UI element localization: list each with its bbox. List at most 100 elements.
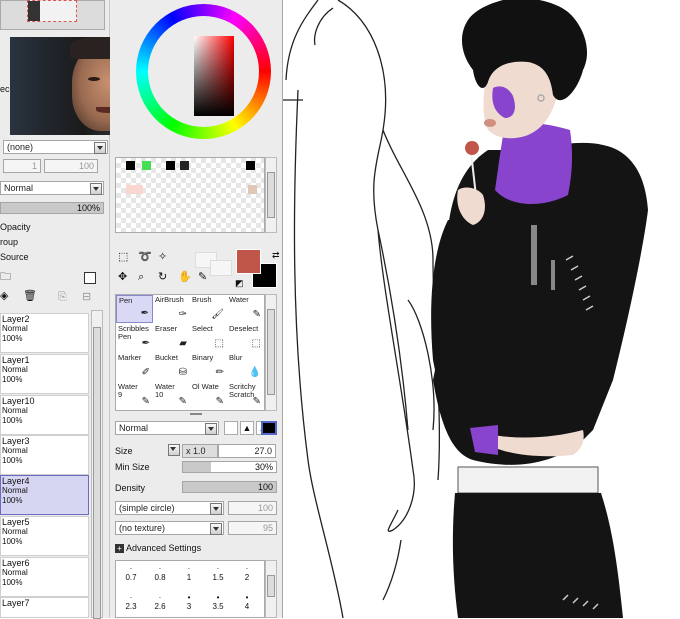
new-layer-icon[interactable]: [84, 272, 96, 284]
tool-scritchy-scratch[interactable]: Scritchy Scratch ✎: [227, 382, 264, 410]
texture-select[interactable]: (none): [3, 140, 108, 154]
layer-panel: ec (none) 1 100 Normal 100% Opacity roup…: [0, 0, 194, 619]
brush-edge-1[interactable]: ▲: [240, 421, 254, 435]
layer-row[interactable]: Layer10 Normal 100%: [0, 395, 89, 435]
size-label: Size: [115, 446, 133, 456]
tool-scribbles-pen[interactable]: Scribbles Pen ✒: [116, 324, 153, 352]
tool-select[interactable]: Select ⬚: [190, 324, 227, 352]
size-preset-scrollbar[interactable]: [265, 560, 277, 618]
number-field-2[interactable]: 100: [44, 159, 98, 173]
brush-texture-strength[interactable]: 95: [228, 521, 277, 535]
brush-edge-selected[interactable]: [261, 421, 277, 435]
tool-pen[interactable]: Pen ✒: [116, 295, 153, 323]
tool-blur[interactable]: Blur 💧: [227, 353, 264, 381]
layers-scrollbar[interactable]: [91, 310, 103, 619]
source-label: Source: [0, 252, 29, 262]
tool-airbrush[interactable]: AirBrush ✑: [153, 295, 190, 323]
tool-grid-scrollbar[interactable]: [265, 294, 277, 411]
tool-marker[interactable]: Marker ✐: [116, 353, 153, 381]
swatch[interactable]: [142, 161, 151, 170]
layer-row[interactable]: Layer2 Normal 100%: [0, 313, 89, 353]
swatch[interactable]: [134, 185, 143, 194]
swatch[interactable]: [166, 161, 175, 170]
tool-binary[interactable]: Binary ✏: [190, 353, 227, 381]
brush-texture-select[interactable]: (no texture): [115, 521, 224, 535]
saturation-value-square[interactable]: [194, 36, 234, 116]
advanced-settings-toggle[interactable]: + Advanced Settings: [115, 543, 201, 553]
swatch-grid[interactable]: [115, 157, 265, 233]
swap-colors-icon[interactable]: ⇄: [272, 250, 280, 261]
size-preset[interactable]: · 0.8: [146, 564, 174, 582]
blur-icon: 💧: [248, 367, 261, 378]
tool-eraser[interactable]: Eraser ▰: [153, 324, 190, 352]
reset-colors-icon[interactable]: ◩: [235, 278, 244, 289]
size-preset[interactable]: · 2: [233, 564, 261, 582]
layer-blend-mode-select[interactable]: Normal: [0, 181, 104, 195]
photo-eye-left: [88, 77, 100, 81]
expand-icon: +: [115, 544, 124, 553]
size-preset[interactable]: · 2.3: [117, 593, 145, 611]
min-size-label: Min Size: [115, 462, 150, 472]
density-slider[interactable]: 100: [182, 481, 277, 493]
size-preset[interactable]: • 3.5: [204, 593, 232, 611]
swatch-scrollbar[interactable]: [265, 157, 277, 233]
tool-bucket[interactable]: Bucket ⛁: [153, 353, 190, 381]
size-value[interactable]: 27.0: [218, 444, 276, 458]
trash-icon[interactable]: 🗑: [23, 291, 37, 302]
magic-wand-icon[interactable]: ✧: [158, 252, 167, 263]
min-size-slider[interactable]: 30%: [182, 461, 277, 473]
size-preset[interactable]: • 3: [175, 593, 203, 611]
size-preset[interactable]: • 4: [233, 593, 261, 611]
move-icon[interactable]: ✥: [118, 272, 127, 283]
swatch[interactable]: [126, 161, 135, 170]
tool-water[interactable]: Water ✎: [227, 295, 264, 323]
brush-edge-hard[interactable]: [224, 421, 238, 435]
drawing-canvas[interactable]: [283, 0, 680, 618]
transfer-down-icon[interactable]: ⎘: [58, 292, 67, 303]
layer-row[interactable]: Layer3 Normal 100%: [0, 435, 89, 475]
panel-splitter[interactable]: [190, 413, 202, 415]
size-preset[interactable]: · 0.7: [117, 564, 145, 582]
lineart-figure: [283, 0, 441, 618]
tool-grid-scrollbar-thumb[interactable]: [267, 309, 275, 395]
size-preset-scrollbar-thumb[interactable]: [267, 575, 275, 597]
layer-row[interactable]: Layer7: [0, 597, 89, 618]
layer-opacity-slider[interactable]: 100%: [0, 202, 104, 214]
size-multiplier[interactable]: x 1.0: [182, 444, 218, 458]
swatch[interactable]: [180, 161, 189, 170]
tool-water-9[interactable]: Water 9 ✎: [116, 382, 153, 410]
brush-blend-select[interactable]: Normal: [115, 421, 219, 435]
tool-oil-water[interactable]: Ol Wate ✎: [190, 382, 227, 410]
merge-down-icon[interactable]: ⊟: [82, 292, 91, 303]
tool-deselect[interactable]: Deselect ⬚: [227, 324, 264, 352]
rect-select-icon[interactable]: ⬚: [118, 252, 128, 263]
hand-icon[interactable]: ✋: [178, 272, 192, 283]
tool-water-10[interactable]: Water 10 ✎: [153, 382, 190, 410]
swatch[interactable]: [246, 161, 255, 170]
layers-scrollbar-thumb[interactable]: [93, 327, 101, 619]
size-preset[interactable]: · 2.6: [146, 593, 174, 611]
layer-row-selected[interactable]: Layer4 Normal 100%: [0, 475, 89, 515]
swatch[interactable]: [248, 185, 257, 194]
clear-layer-icon[interactable]: ◈: [0, 291, 8, 302]
layer-row[interactable]: Layer6 Normal 100%: [0, 557, 89, 597]
lips: [484, 119, 496, 127]
foreground-color[interactable]: [236, 249, 261, 274]
layer-row[interactable]: Layer5 Normal 100%: [0, 516, 89, 556]
tool-brush[interactable]: Brush 🖌: [190, 295, 227, 323]
brush-shape-select[interactable]: (simple circle): [115, 501, 224, 515]
rotate-icon[interactable]: ↻: [158, 272, 167, 283]
swatch-scrollbar-thumb[interactable]: [267, 172, 275, 218]
size-preset[interactable]: · 1: [175, 564, 203, 582]
eyedropper-icon[interactable]: ✎: [198, 272, 207, 283]
layer-blend-mode-value: Normal: [4, 183, 34, 193]
size-preset[interactable]: · 1.5: [204, 564, 232, 582]
size-multiplier-button[interactable]: [168, 444, 180, 456]
chevron-down-icon: [94, 142, 106, 154]
lasso-icon[interactable]: ➰: [138, 252, 152, 263]
folder-icon[interactable]: 🗀: [0, 272, 11, 283]
brush-shape-strength[interactable]: 100: [228, 501, 277, 515]
zoom-icon[interactable]: ⌕: [138, 272, 144, 283]
layer-row[interactable]: Layer1 Normal 100%: [0, 354, 89, 394]
number-field-1[interactable]: 1: [3, 159, 41, 173]
